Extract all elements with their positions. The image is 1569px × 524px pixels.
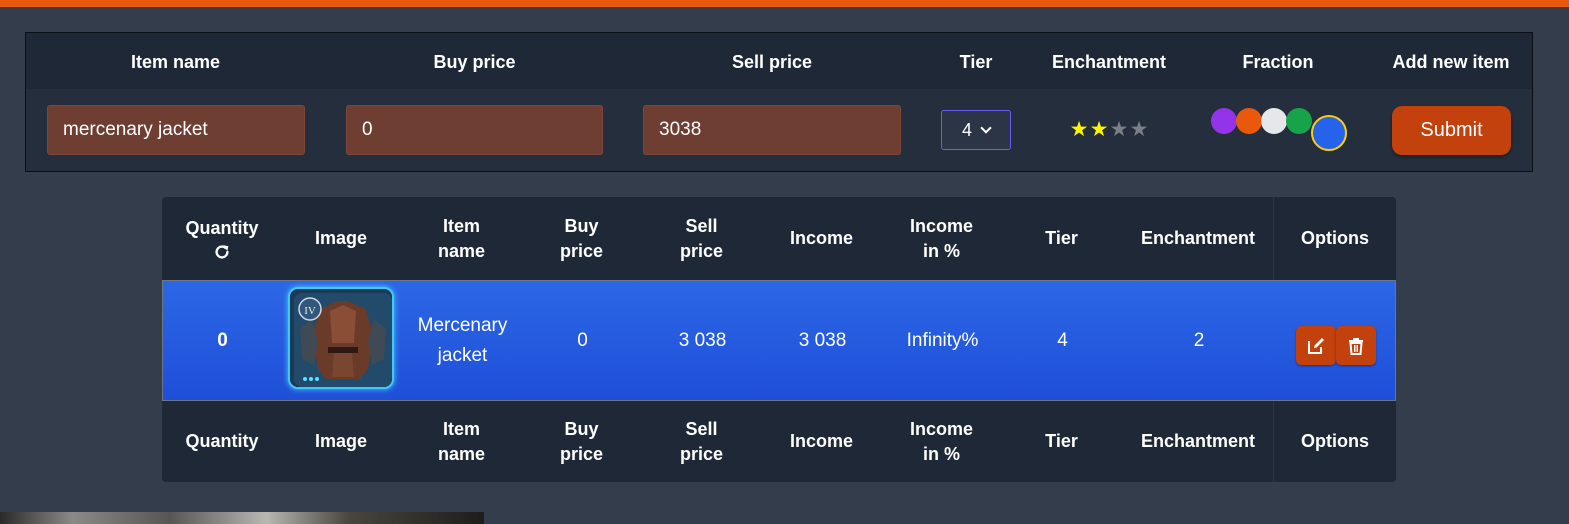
header-income-percent-line2: in % — [922, 240, 960, 261]
star-icon[interactable]: ★ — [1089, 119, 1109, 140]
footer-options-label: Options — [1301, 431, 1369, 451]
header-tier: Tier — [1002, 197, 1121, 280]
jacket-icon: IV — [290, 289, 392, 387]
fraction-purple-dot[interactable] — [1211, 108, 1237, 134]
header-image-label: Image — [314, 228, 368, 248]
row-item-name-line2: jacket — [437, 344, 488, 366]
star-icon[interactable]: ★ — [1129, 119, 1149, 140]
form-header-enchantment: Enchantment — [1051, 52, 1166, 72]
row-item-name-line1: Mercenary — [417, 314, 508, 336]
header-income: Income — [762, 197, 881, 280]
fraction-orange-dot[interactable] — [1236, 108, 1262, 134]
footer-item-name-line2: name — [437, 443, 486, 464]
tier-badge-text: IV — [304, 305, 316, 317]
footer-item-name-line1: Item — [442, 418, 480, 439]
row-item-name[interactable]: Mercenary jacket — [403, 281, 522, 400]
footer-enchantment: Enchantment — [1122, 401, 1274, 482]
buy-price-input[interactable] — [346, 105, 603, 155]
footer-buy-price-line1: Buy — [564, 418, 599, 439]
footer-sell-price: Sell price — [642, 401, 761, 482]
row-sell-price[interactable]: 3 038 — [643, 281, 762, 400]
footer-image-label: Image — [314, 431, 368, 451]
trash-icon — [1349, 337, 1363, 355]
footer-income-label: Income — [789, 431, 854, 451]
row-quantity[interactable]: 0 — [163, 281, 282, 400]
footer-tier-label: Tier — [1045, 431, 1078, 451]
footer-income-percent: Income in % — [882, 401, 1001, 482]
header-sell-price: Sell price — [642, 197, 761, 280]
mercenary-jacket-image: IV — [288, 287, 394, 389]
delete-button[interactable] — [1336, 326, 1376, 365]
form-header-item-name: Item name — [130, 52, 221, 72]
form-header-add-new-item: Add new item — [1392, 52, 1510, 72]
footer-buy-price-line2: price — [559, 443, 604, 464]
add-item-form: Item name Buy price Sell price Tier Ench… — [25, 32, 1533, 172]
fraction-green-dot[interactable] — [1286, 108, 1312, 134]
fraction-blue-dot-selected[interactable] — [1311, 115, 1347, 151]
star-icon[interactable]: ★ — [1109, 119, 1129, 140]
edit-icon — [1308, 337, 1324, 354]
header-sell-price-line2: price — [679, 240, 724, 261]
star-icon[interactable]: ★ — [1069, 119, 1089, 140]
footer-quantity-label: Quantity — [185, 431, 259, 451]
footer-tier: Tier — [1002, 401, 1121, 482]
header-options-label: Options — [1301, 228, 1369, 248]
form-header-fraction: Fraction — [1242, 52, 1314, 72]
footer-income: Income — [762, 401, 881, 482]
footer-income-percent-line2: in % — [922, 443, 960, 464]
items-table: Quantity Image Item name Buy price Sell … — [162, 197, 1396, 482]
header-buy-price-line1: Buy — [564, 215, 599, 236]
chevron-down-icon — [980, 121, 992, 134]
refresh-icon[interactable] — [213, 243, 231, 261]
submit-button[interactable]: Submit — [1392, 106, 1511, 155]
footer-image: Image — [282, 401, 400, 482]
header-options: Options — [1274, 197, 1396, 280]
form-header-sell-price: Sell price — [731, 52, 813, 72]
form-header-tier: Tier — [959, 52, 993, 72]
form-header-buy-price: Buy price — [433, 52, 516, 72]
footer-sell-price-line1: Sell — [685, 418, 718, 439]
form-header: Item name Buy price Sell price Tier Ench… — [26, 33, 1532, 89]
row-buy-price[interactable]: 0 — [523, 281, 642, 400]
tier-select[interactable]: 4 — [941, 110, 1011, 150]
header-enchantment-label: Enchantment — [1140, 228, 1255, 248]
header-quantity[interactable]: Quantity — [162, 197, 282, 280]
header-quantity-label: Quantity — [185, 218, 259, 238]
header-sell-price-line1: Sell — [685, 215, 718, 236]
header-income-percent: Income in % — [882, 197, 1001, 280]
edit-button[interactable] — [1296, 326, 1336, 365]
tier-select-value: 4 — [961, 119, 972, 140]
background-photo-strip — [0, 512, 484, 524]
header-image: Image — [282, 197, 400, 280]
footer-sell-price-line2: price — [679, 443, 724, 464]
enchantment-rating[interactable]: ★ ★ ★ ★ — [1069, 119, 1149, 140]
footer-item-name: Item name — [402, 401, 521, 482]
row-tier[interactable]: 4 — [1003, 281, 1122, 400]
row-enchantment[interactable]: 2 — [1123, 281, 1275, 400]
row-income-percent: Infinity% — [906, 329, 979, 351]
header-item-name-line2: name — [437, 240, 486, 261]
header-item-name-line1: Item — [442, 215, 480, 236]
header-buy-price-line2: price — [559, 240, 604, 261]
fraction-white-dot[interactable] — [1261, 108, 1287, 134]
header-income-percent-line1: Income — [909, 215, 974, 236]
top-accent-bar — [0, 0, 1569, 7]
table-footer: Quantity Image Item name Buy price Sell … — [162, 401, 1396, 482]
footer-income-percent-line1: Income — [909, 418, 974, 439]
header-buy-price: Buy price — [522, 197, 641, 280]
table-row[interactable]: 0 IV Mercenary jacket 0 3 038 3 038 Infi… — [162, 280, 1396, 401]
header-item-name: Item name — [402, 197, 521, 280]
footer-quantity: Quantity — [162, 401, 282, 482]
table-header: Quantity Image Item name Buy price Sell … — [162, 197, 1396, 280]
header-tier-label: Tier — [1045, 228, 1078, 248]
item-name-input[interactable] — [47, 105, 305, 155]
header-enchantment: Enchantment — [1122, 197, 1274, 280]
row-income: 3 038 — [798, 329, 847, 351]
header-income-label: Income — [789, 228, 854, 248]
sell-price-input[interactable] — [643, 105, 901, 155]
footer-options: Options — [1274, 401, 1396, 482]
footer-enchantment-label: Enchantment — [1140, 431, 1255, 451]
footer-buy-price: Buy price — [522, 401, 641, 482]
